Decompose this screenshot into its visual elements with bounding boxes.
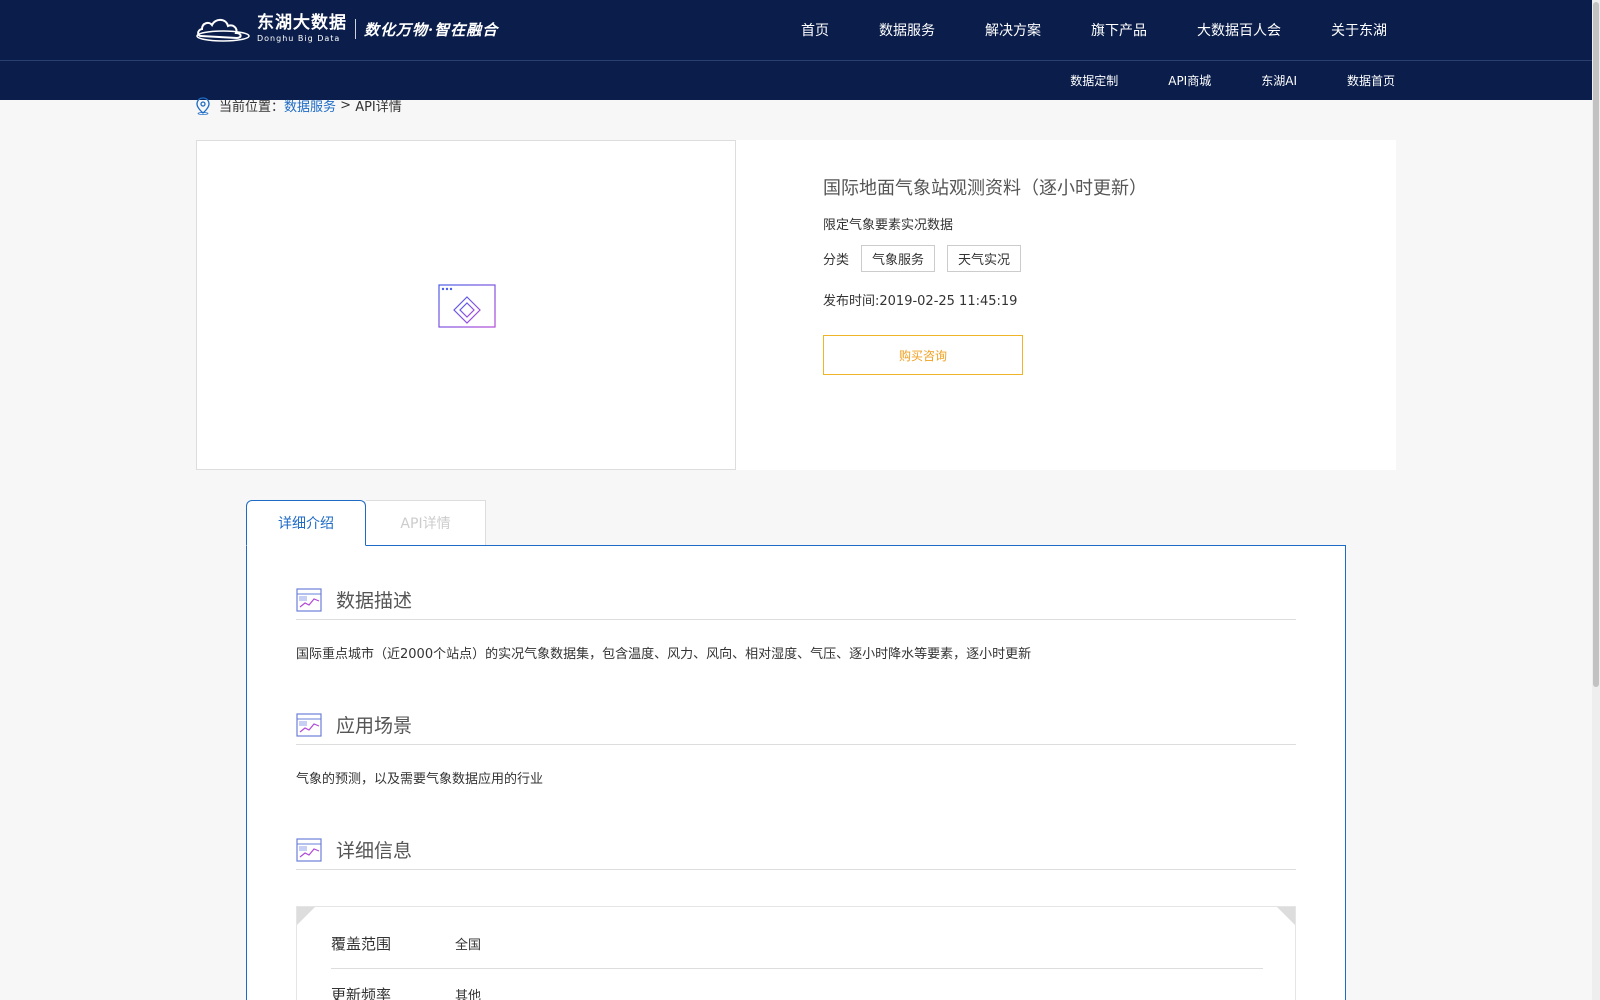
tab-api-detail[interactable]: API详情 — [366, 500, 486, 546]
nav-item-about[interactable]: 关于东湖 — [1331, 20, 1387, 40]
subnav-item-api-store[interactable]: API商城 — [1168, 72, 1211, 89]
chart-window-icon — [296, 837, 322, 862]
buy-consult-button[interactable]: 购买咨询 — [823, 335, 1023, 375]
nav-item-products[interactable]: 旗下产品 — [1091, 20, 1147, 40]
scrollbar-thumb[interactable] — [1593, 2, 1599, 687]
slogan: 数化万物·智在融合 — [364, 20, 499, 39]
cloud-logo-icon — [196, 18, 250, 42]
brand-name: 东湖大数据 Donghu Big Data — [257, 15, 347, 43]
category-row: 分类 气象服务 天气实况 — [823, 245, 1147, 272]
image-placeholder-icon — [438, 284, 496, 328]
breadcrumb-current: API详情 — [355, 100, 402, 115]
breadcrumb-separator: > — [336, 98, 356, 113]
brand-cn: 东湖大数据 — [257, 13, 347, 33]
breadcrumb-prefix: 当前位置： — [219, 100, 285, 115]
logo-divider — [355, 19, 356, 39]
detail-value: 其他 — [455, 988, 482, 1000]
detail-row: 更新频率 其他 — [331, 969, 1263, 1000]
product-thumbnail — [196, 140, 736, 470]
logo[interactable]: 东湖大数据 Donghu Big Data 数化万物·智在融合 — [195, 13, 498, 45]
nav-item-data-service[interactable]: 数据服务 — [879, 20, 935, 40]
category-label: 分类 — [823, 253, 850, 268]
publish-time: 发布时间:2019-02-25 11:45:19 — [823, 294, 1018, 309]
section-title-description: 数据描述 — [336, 590, 413, 612]
scrollbar-track[interactable] — [1592, 0, 1600, 1000]
breadcrumb-link-data-service[interactable]: 数据服务 — [284, 96, 336, 115]
corner-decoration — [1277, 907, 1295, 925]
sub-nav: 数据定制 API商城 东湖AI 数据首页 — [1020, 60, 1395, 100]
subnav-item-data-home[interactable]: 数据首页 — [1347, 72, 1395, 89]
section-header-description: 数据描述 — [296, 580, 1296, 620]
location-pin-icon — [196, 96, 210, 115]
subnav-item-custom-data[interactable]: 数据定制 — [1070, 72, 1118, 89]
product-title: 国际地面气象站观测资料（逐小时更新） — [823, 178, 1147, 199]
top-navigation-bar: 东湖大数据 Donghu Big Data 数化万物·智在融合 首页 数据服务 … — [0, 0, 1592, 60]
nav-item-solutions[interactable]: 解决方案 — [985, 20, 1041, 40]
nav-item-home[interactable]: 首页 — [801, 20, 829, 40]
product-card: 国际地面气象站观测资料（逐小时更新） 限定气象要素实况数据 分类 气象服务 天气… — [196, 140, 1396, 470]
chart-window-icon — [296, 712, 322, 737]
tab-detail-intro[interactable]: 详细介绍 — [246, 500, 366, 546]
product-subtitle: 限定气象要素实况数据 — [823, 218, 954, 233]
category-tag[interactable]: 天气实况 — [947, 245, 1022, 272]
section-header-scenario: 应用场景 — [296, 705, 1296, 745]
detail-info-table: 覆盖范围 全国 更新频率 其他 — [296, 906, 1296, 1000]
detail-tabs: 详细介绍 API详情 — [246, 500, 486, 546]
detail-row: 覆盖范围 全国 — [331, 919, 1263, 969]
corner-decoration — [297, 907, 315, 925]
product-info: 国际地面气象站观测资料（逐小时更新） 限定气象要素实况数据 分类 气象服务 天气… — [823, 174, 1147, 375]
nav-item-bigdata-club[interactable]: 大数据百人会 — [1197, 20, 1281, 40]
breadcrumb: 当前位置： 数据服务 > API详情 — [195, 96, 402, 115]
section-title-scenario: 应用场景 — [336, 715, 413, 737]
section-text-scenario: 气象的预测，以及需要气象数据应用的行业 — [296, 772, 544, 787]
brand-en: Donghu Big Data — [257, 34, 341, 43]
category-tag[interactable]: 气象服务 — [861, 245, 936, 272]
tab-panel: 数据描述 国际重点城市（近2000个站点）的实况气象数据集，包含温度、风力、风向… — [246, 545, 1346, 1000]
section-text-description: 国际重点城市（近2000个站点）的实况气象数据集，包含温度、风力、风向、相对湿度… — [296, 647, 1032, 662]
detail-key: 更新频率 — [331, 985, 392, 1000]
main-nav: 首页 数据服务 解决方案 旗下产品 大数据百人会 关于东湖 — [751, 0, 1387, 60]
section-header-details: 详细信息 — [296, 830, 1296, 870]
subnav-item-donghu-ai[interactable]: 东湖AI — [1261, 72, 1297, 89]
detail-key: 覆盖范围 — [331, 935, 392, 953]
detail-value: 全国 — [455, 938, 482, 953]
chart-window-icon — [296, 587, 322, 612]
section-title-details: 详细信息 — [336, 840, 413, 862]
